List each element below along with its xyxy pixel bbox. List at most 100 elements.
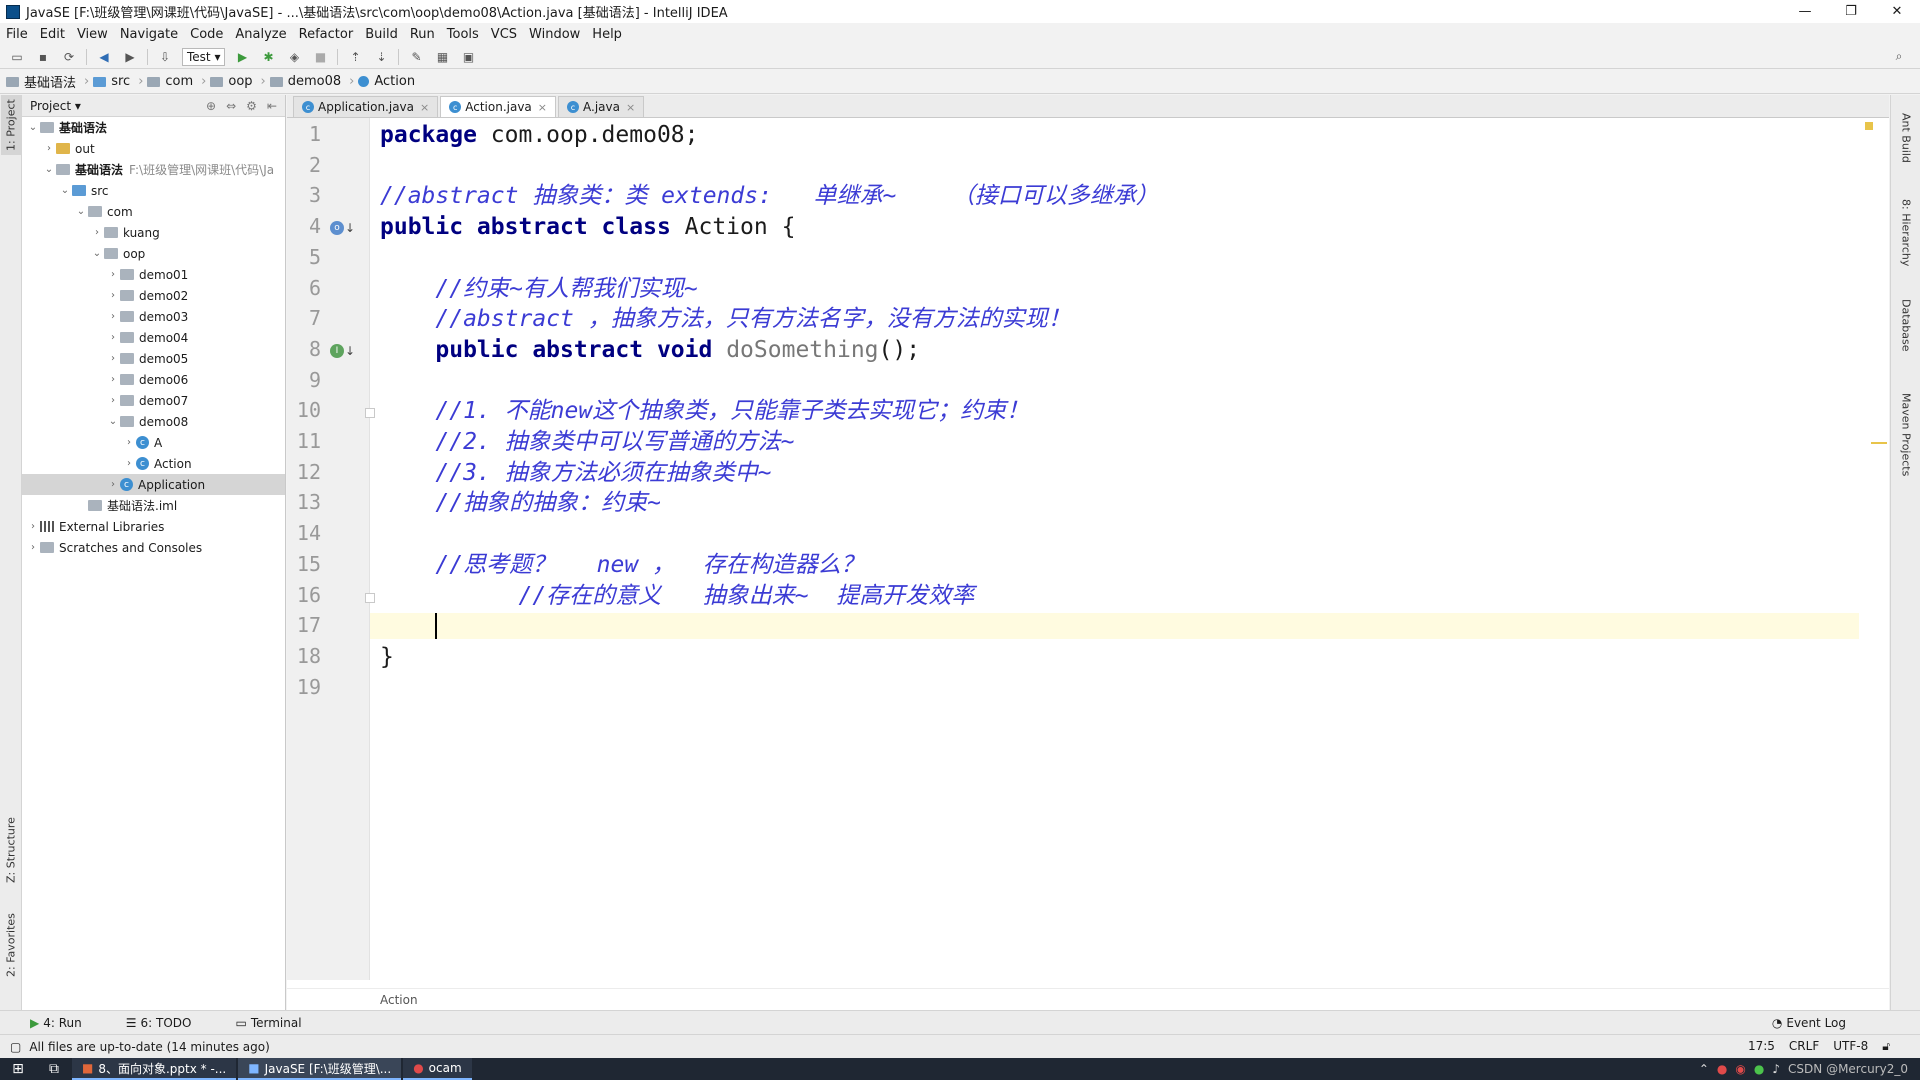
expand-arrow-icon[interactable]: › [90, 227, 104, 238]
tree-node-oop[interactable]: ⌄ oop [22, 243, 285, 264]
tree-node-kuang[interactable]: › kuang [22, 222, 285, 243]
expand-arrow-icon[interactable]: › [106, 332, 120, 343]
expand-arrow-icon[interactable]: ⌄ [74, 206, 88, 217]
tab-application-java[interactable]: c Application.java × [293, 96, 439, 117]
code-line[interactable]: package com.oop.demo08; [380, 120, 699, 150]
tree-node-[interactable]: ⌄ 基础语法 [22, 117, 285, 138]
implemented-method-icon[interactable]: I [330, 343, 344, 358]
tree-node-[interactable]: ⌄ 基础语法 F:\班级管理\网课班\代码\Ja [22, 159, 285, 180]
line-number[interactable]: 13 [287, 490, 321, 514]
project-structure-icon[interactable]: ▦ [432, 48, 452, 66]
line-number[interactable]: 19 [287, 675, 321, 699]
sdk-icon[interactable]: ▣ [458, 48, 478, 66]
vcs-commit-icon[interactable]: ⇣ [371, 48, 391, 66]
expand-arrow-icon[interactable]: › [122, 437, 136, 448]
line-number[interactable]: 14 [287, 521, 321, 545]
tree-node-demo01[interactable]: › demo01 [22, 264, 285, 285]
maven-projects-tab[interactable]: Maven Projects [1896, 380, 1916, 490]
tree-node-demo02[interactable]: › demo02 [22, 285, 285, 306]
close-tab-icon[interactable]: × [538, 101, 547, 114]
event-log-button[interactable]: ◔ Event Log [1772, 1016, 1868, 1030]
tree-node-demo03[interactable]: › demo03 [22, 306, 285, 327]
tree-node-src[interactable]: ⌄ src [22, 180, 285, 201]
code-line[interactable]: //存在的意义 抽象出来~ 提高开发效率 [380, 581, 974, 611]
code-line[interactable]: //2. 抽象类中可以写普通的方法~ [380, 427, 794, 457]
run-config-select[interactable]: Test ▾ [182, 47, 226, 66]
line-number[interactable]: 17 [287, 613, 321, 637]
menu-refactor[interactable]: Refactor [293, 27, 360, 42]
fold-marker-icon[interactable] [365, 592, 375, 603]
implemented-icon[interactable]: o [330, 221, 344, 236]
line-number[interactable]: 16 [287, 583, 321, 607]
tab-a-java[interactable]: c A.java × [558, 96, 645, 117]
nav-crumb-src[interactable]: src [93, 74, 130, 89]
tree-node-iml[interactable]: 基础语法.iml [22, 495, 285, 516]
menu-help[interactable]: Help [586, 27, 628, 42]
expand-arrow-icon[interactable]: › [106, 353, 120, 364]
tray-app-icon[interactable]: ◉ [1735, 1062, 1745, 1076]
tree-node-out[interactable]: › out [22, 138, 285, 159]
forward-icon[interactable]: ▶ [120, 48, 140, 66]
menu-file[interactable]: File [0, 27, 34, 42]
stop-icon[interactable]: ■ [310, 48, 330, 66]
taskbar-ocam[interactable]: ● ocam [403, 1058, 472, 1080]
tree-node-external-libraries[interactable]: › External Libraries [22, 516, 285, 537]
nav-crumb-com[interactable]: com [147, 74, 193, 89]
nav-crumb-demo08[interactable]: demo08 [269, 74, 341, 89]
tray-chevron-icon[interactable]: ⌃ [1699, 1062, 1709, 1076]
code-line[interactable]: //思考题？ new ， 存在构造器么？ [380, 550, 863, 580]
scroll-marker[interactable] [1871, 442, 1887, 444]
tree-node-a[interactable]: › c A [22, 432, 285, 453]
line-number[interactable]: 9 [287, 368, 321, 392]
line-number[interactable]: 12 [287, 460, 321, 484]
menu-navigate[interactable]: Navigate [114, 27, 184, 42]
tray-record-icon[interactable]: ● [1717, 1062, 1727, 1076]
line-number[interactable]: 2 [287, 153, 321, 177]
menu-build[interactable]: Build [359, 27, 404, 42]
warning-marker-icon[interactable] [1865, 122, 1873, 130]
nav-crumb-action[interactable]: Action [358, 74, 415, 89]
vcs-update-icon[interactable]: ⇡ [345, 48, 365, 66]
tree-node-demo05[interactable]: › demo05 [22, 348, 285, 369]
tree-node-demo07[interactable]: › demo07 [22, 390, 285, 411]
menu-edit[interactable]: Edit [34, 27, 71, 42]
expand-arrow-icon[interactable]: › [106, 395, 120, 406]
project-view-select[interactable]: Project ▾ [30, 99, 81, 113]
implementations-arrow-icon[interactable]: ↓ [345, 344, 355, 358]
file-encoding[interactable]: UTF-8 [1833, 1039, 1868, 1054]
minimize-button[interactable]: — [1782, 0, 1828, 23]
tree-node-action[interactable]: › c Action [22, 453, 285, 474]
status-toggle-icon[interactable]: ▢ [10, 1040, 21, 1054]
nav-crumb-oop[interactable]: oop [210, 74, 253, 89]
expand-arrow-icon[interactable]: ⌄ [58, 185, 72, 196]
save-icon[interactable]: ▪ [33, 48, 53, 66]
task-view-icon[interactable]: ⧉ [36, 1058, 72, 1080]
expand-arrow-icon[interactable]: ⌄ [42, 164, 56, 175]
menu-analyze[interactable]: Analyze [229, 27, 292, 42]
line-number[interactable]: 4 [287, 214, 321, 238]
database-tab[interactable]: Database [1896, 290, 1916, 360]
expand-arrow-icon[interactable]: › [106, 290, 120, 301]
code-line[interactable]: //abstract 抽象类：类 extends: 单继承~ （接口可以多继承） [380, 181, 1159, 211]
menu-run[interactable]: Run [404, 27, 441, 42]
tree-node-scratches-and-consoles[interactable]: › Scratches and Consoles [22, 537, 285, 558]
expand-arrow-icon[interactable]: › [106, 374, 120, 385]
taskbar-powerpoint[interactable]: ■ 8、面向对象.pptx * -... [72, 1058, 237, 1080]
maximize-button[interactable]: ❐ [1828, 0, 1874, 23]
tree-node-demo06[interactable]: › demo06 [22, 369, 285, 390]
line-number[interactable]: 8 [287, 337, 321, 361]
line-number[interactable]: 10 [287, 398, 321, 422]
close-tab-icon[interactable]: × [626, 101, 635, 114]
todo-tool-button[interactable]: ☰ 6: TODO [126, 1016, 214, 1030]
structure-tool-tab[interactable]: Z: Structure [1, 810, 21, 890]
settings-wrench-icon[interactable]: ✎ [406, 48, 426, 66]
tree-node-demo08[interactable]: ⌄ demo08 [22, 411, 285, 432]
fold-marker-icon[interactable] [365, 408, 375, 419]
menu-vcs[interactable]: VCS [485, 27, 523, 42]
run-tool-button[interactable]: ▶ 4: Run [30, 1016, 104, 1030]
tree-node-com[interactable]: ⌄ com [22, 201, 285, 222]
code-line[interactable]: public abstract class Action { [380, 212, 795, 242]
build-icon[interactable]: ⇩ [155, 48, 175, 66]
back-icon[interactable]: ◀ [94, 48, 114, 66]
caret-position[interactable]: 17:5 [1748, 1039, 1775, 1054]
